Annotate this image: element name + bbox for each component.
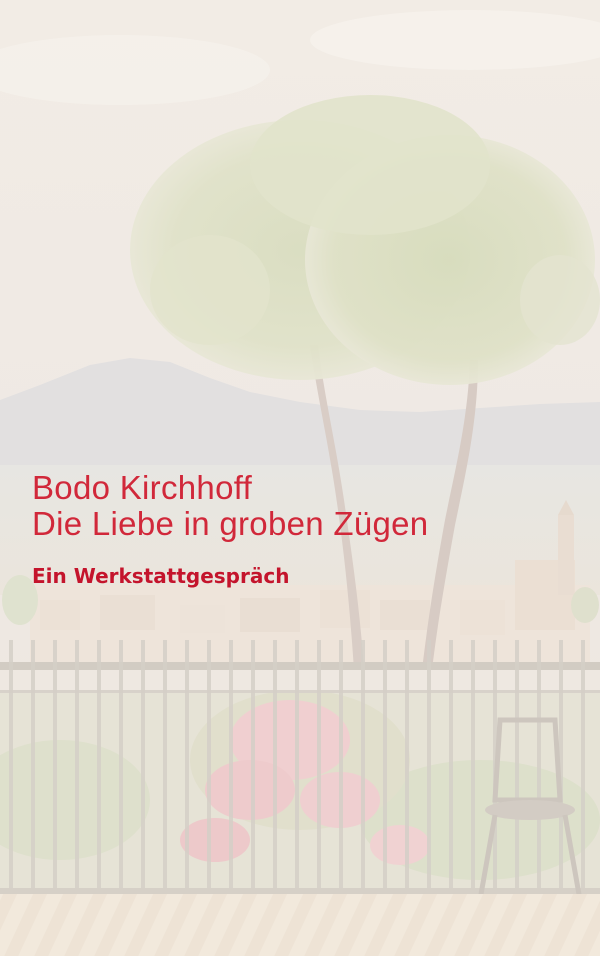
- book-title: Die Liebe in groben Zügen: [32, 505, 429, 542]
- book-cover: Bodo Kirchhoff Die Liebe in groben Zügen…: [0, 0, 600, 956]
- author-name: Bodo Kirchhoff: [32, 469, 253, 506]
- cover-text: Bodo Kirchhoff Die Liebe in groben Zügen…: [32, 469, 572, 589]
- book-subtitle: Ein Werkstattgespräch: [32, 564, 290, 588]
